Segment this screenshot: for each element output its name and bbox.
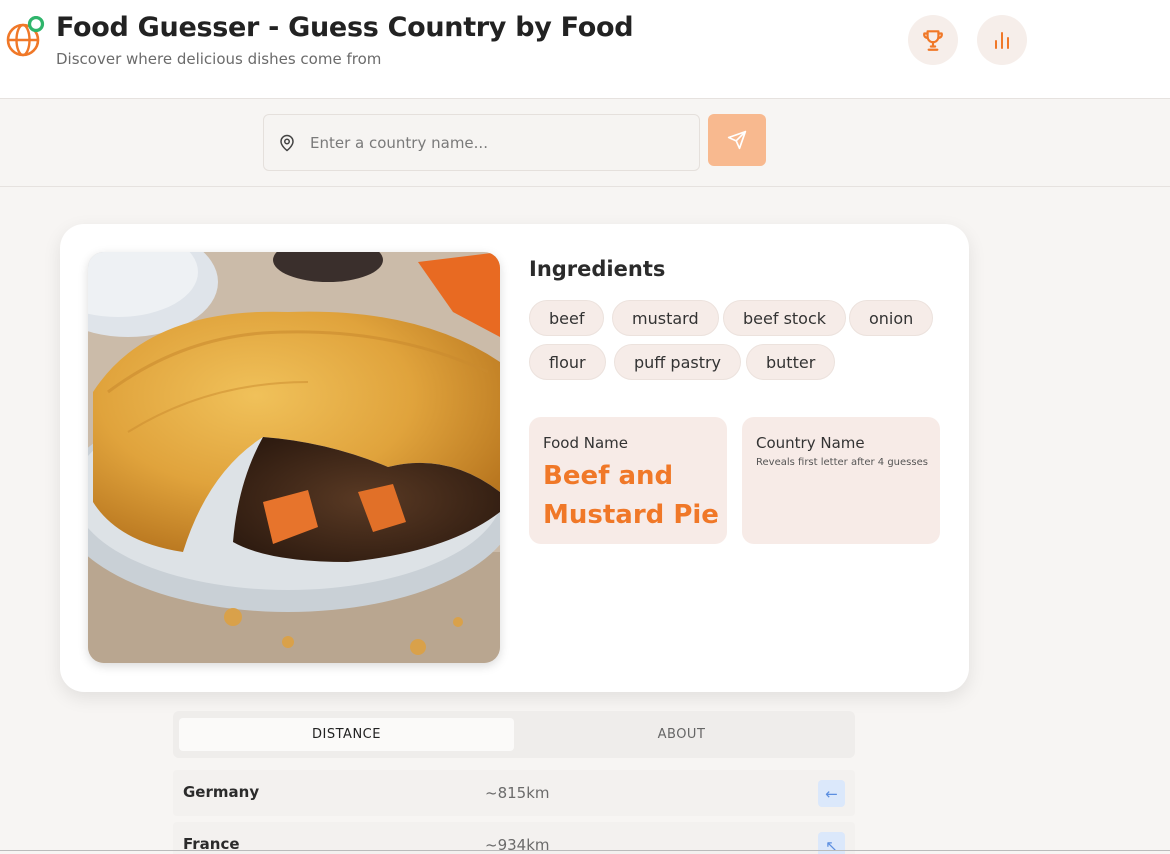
ingredients-title: Ingredients (529, 257, 666, 281)
ingredient-chip: onion (849, 300, 934, 336)
tab-about[interactable]: ABOUT (514, 718, 849, 751)
direction-arrow-icon: ← (818, 780, 845, 807)
country-input[interactable] (310, 127, 690, 159)
guess-distance: ~815km (485, 784, 550, 802)
ingredient-chip: beef stock (723, 300, 847, 336)
guess-distance: ~934km (485, 836, 550, 854)
search-bar (0, 100, 1170, 187)
globe-pin-icon (5, 15, 45, 58)
food-name-value: Beef and Mustard Pie (543, 461, 719, 530)
search-field[interactable] (263, 114, 700, 171)
ingredient-chip: puff pastry (614, 344, 742, 380)
ingredient-chip: flour (529, 344, 606, 380)
tab-distance[interactable]: DISTANCE (179, 718, 514, 751)
country-name-label: Country Name (756, 434, 865, 452)
submit-guess-button[interactable] (708, 114, 766, 166)
country-name-hint: Reveals first letter after 4 guesses (756, 457, 928, 468)
map-pin-icon (280, 134, 294, 152)
guess-country: Germany (183, 783, 260, 801)
ingredient-chip: beef (529, 300, 605, 336)
viewport-edge (0, 850, 1170, 851)
app-header: Food Guesser - Guess Country by Food Dis… (0, 0, 1170, 99)
page-title: Food Guesser - Guess Country by Food (56, 12, 634, 43)
food-name-box: Food Name Beef and Mustard Pie (529, 417, 727, 544)
country-name-box: Country Name Reveals first letter after … (742, 417, 940, 544)
stats-button[interactable] (977, 15, 1027, 65)
result-tabs: DISTANCE ABOUT (173, 711, 855, 758)
food-name-label: Food Name (543, 434, 628, 452)
leaderboard-button[interactable] (908, 15, 958, 65)
food-card: Ingredients beef mustard beef stock onio… (60, 224, 969, 692)
food-image (88, 252, 500, 663)
send-icon (727, 130, 747, 150)
ingredient-chip: butter (746, 344, 836, 380)
page-subtitle: Discover where delicious dishes come fro… (56, 50, 382, 68)
bar-chart-icon (995, 32, 1009, 49)
guess-row: Germany ~815km ← (173, 770, 855, 816)
trophy-icon (923, 30, 943, 51)
ingredient-chip: mustard (612, 300, 719, 336)
